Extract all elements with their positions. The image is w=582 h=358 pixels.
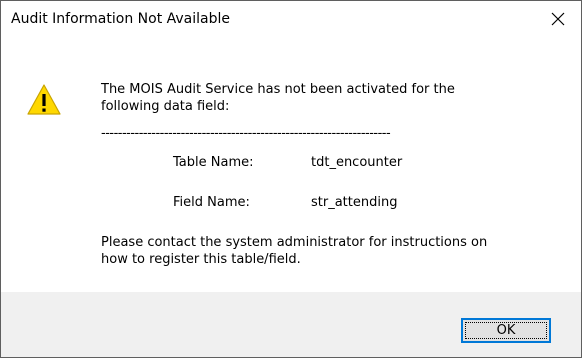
close-icon <box>551 12 565 26</box>
instruction-line-1: Please contact the system administrator … <box>101 235 488 250</box>
message-line-2: following data field: <box>101 99 230 114</box>
message-line-1: The MOIS Audit Service has not been acti… <box>101 82 455 97</box>
audit-dialog: Audit Information Not Available The MOIS… <box>0 0 582 358</box>
instruction-line-2: how to register this table/field. <box>101 252 301 267</box>
table-name-value: tdt_encounter <box>311 155 403 170</box>
field-name-label: Field Name: <box>173 195 250 210</box>
warning-icon <box>27 84 61 115</box>
ok-button[interactable]: OK <box>461 318 551 343</box>
dialog-footer: OK <box>1 292 581 357</box>
separator: ----------------------------------------… <box>101 126 391 141</box>
close-button[interactable] <box>535 1 581 37</box>
dialog-content: The MOIS Audit Service has not been acti… <box>1 37 581 292</box>
dialog-title: Audit Information Not Available <box>11 11 231 27</box>
focus-ring <box>465 322 547 339</box>
field-name-value: str_attending <box>311 195 398 210</box>
title-bar: Audit Information Not Available <box>1 1 581 37</box>
table-name-label: Table Name: <box>173 155 254 170</box>
